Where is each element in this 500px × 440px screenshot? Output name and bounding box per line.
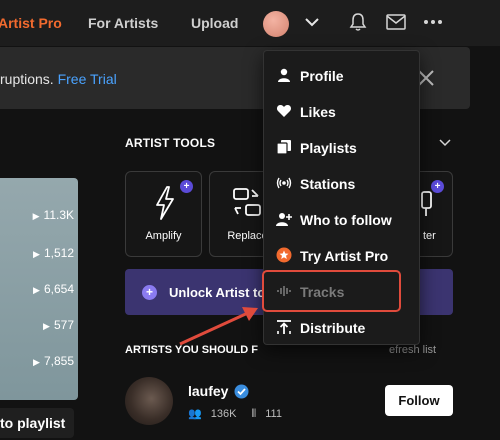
more-options-icon[interactable] xyxy=(423,14,443,30)
chevron-down-icon[interactable] xyxy=(438,138,452,148)
play-icon: ▶ xyxy=(32,211,40,221)
stat-row: ▶ 1,512 xyxy=(33,246,74,260)
menu-item-playlists[interactable]: Playlists xyxy=(264,133,419,161)
track-stats-card: ▶ 11.3K ▶ 1,512 ▶ 6,654 ▶ 577 ▶ 7,855 xyxy=(0,178,78,400)
play-icon: ▶ xyxy=(33,249,40,259)
menu-item-profile[interactable]: Profile xyxy=(264,61,419,89)
add-to-playlist-button[interactable]: to playlist xyxy=(0,408,74,438)
stat-row: ▶ 6,654 xyxy=(33,282,74,296)
follow-button[interactable]: Follow xyxy=(385,385,453,416)
add-person-icon xyxy=(276,213,292,226)
verified-badge-icon xyxy=(234,384,249,399)
top-nav: Artist Pro For Artists Upload xyxy=(0,0,500,46)
stations-icon xyxy=(276,177,292,189)
menu-item-label: Playlists xyxy=(300,140,357,156)
tracks-count: ⫴ 111 xyxy=(251,408,282,420)
play-icon: ▶ xyxy=(33,357,40,367)
artist-name[interactable]: laufey xyxy=(188,383,228,399)
menu-item-try-artist-pro[interactable]: Try Artist Pro xyxy=(264,241,419,269)
menu-item-label: Distribute xyxy=(300,320,366,336)
menu-item-distribute[interactable]: Distribute xyxy=(264,313,419,341)
banner-text: ruptions. Free Trial xyxy=(0,71,117,87)
refresh-list-link[interactable]: efresh list xyxy=(389,344,436,356)
play-icon: ▶ xyxy=(43,321,50,331)
menu-item-likes[interactable]: Likes xyxy=(264,97,419,125)
stat-row: ▶ 577 xyxy=(43,318,74,332)
play-icon: ▶ xyxy=(33,285,40,295)
menu-item-who-to-follow[interactable]: Who to follow xyxy=(264,205,419,233)
artist-avatar[interactable] xyxy=(125,377,173,425)
plus-icon: + xyxy=(142,285,157,300)
heart-icon xyxy=(276,105,292,117)
lightning-icon xyxy=(156,186,174,220)
plus-badge: + xyxy=(180,180,193,193)
menu-item-label: Likes xyxy=(300,104,336,120)
tracks-highlight-annotation xyxy=(262,270,401,312)
unlock-text: Unlock Artist too xyxy=(169,285,274,300)
waveform-icon: ⫴ xyxy=(251,408,257,420)
menu-item-label: Who to follow xyxy=(300,212,392,228)
nav-upload-link[interactable]: Upload xyxy=(191,15,238,31)
followers-icon: 👥 xyxy=(188,408,202,420)
nav-artist-pro-link[interactable]: Artist Pro xyxy=(0,15,62,31)
user-avatar[interactable] xyxy=(263,11,289,37)
tool-label: ter xyxy=(423,230,436,242)
mail-icon[interactable] xyxy=(386,14,406,30)
stat-row: ▶ 7,855 xyxy=(33,354,74,368)
artists-to-follow-heading: ARTISTS YOU SHOULD F xyxy=(125,344,259,356)
followers-count: 👥 136K xyxy=(188,408,237,420)
tool-icon xyxy=(421,191,432,216)
stat-row: ▶ 11.3K xyxy=(32,208,74,222)
menu-item-stations[interactable]: Stations xyxy=(264,169,419,197)
menu-item-label: Try Artist Pro xyxy=(300,248,389,264)
menu-item-label: Profile xyxy=(300,68,344,84)
playlists-icon xyxy=(276,140,291,155)
nav-for-artists-link[interactable]: For Artists xyxy=(88,15,158,31)
chevron-down-icon[interactable] xyxy=(303,13,321,31)
star-badge-icon xyxy=(276,247,292,263)
menu-item-label: Stations xyxy=(300,176,356,192)
bell-icon[interactable] xyxy=(348,12,368,32)
artist-stats: 👥 136K ⫴ 111 xyxy=(188,407,294,421)
distribute-icon xyxy=(277,320,291,334)
artist-tools-heading: ARTIST TOOLS xyxy=(125,136,216,150)
free-trial-link[interactable]: Free Trial xyxy=(58,71,117,87)
tool-label: Amplify xyxy=(145,230,182,242)
person-icon xyxy=(278,68,290,82)
tool-card-amplify[interactable]: + Amplify xyxy=(125,171,202,257)
replace-icon xyxy=(233,188,261,216)
